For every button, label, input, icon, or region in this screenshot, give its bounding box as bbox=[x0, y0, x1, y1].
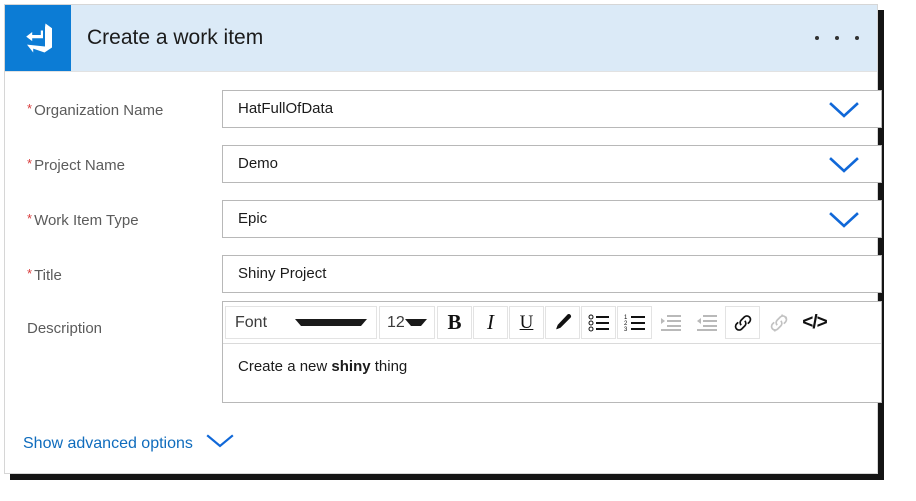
label-project-name: * Project Name bbox=[27, 156, 125, 174]
row-organization-name: * Organization Name HatFullOfData bbox=[5, 90, 882, 128]
required-marker: * bbox=[27, 101, 33, 116]
outdent-button[interactable] bbox=[689, 306, 724, 339]
link-button[interactable] bbox=[725, 306, 760, 339]
required-marker: * bbox=[27, 211, 33, 226]
required-marker: * bbox=[27, 266, 33, 281]
show-advanced-options-label: Show advanced options bbox=[23, 435, 193, 452]
title-input[interactable]: Shiny Project bbox=[222, 255, 882, 293]
unlink-icon bbox=[770, 313, 787, 332]
font-size-select[interactable]: 12 bbox=[379, 306, 435, 339]
code-icon: </> bbox=[802, 311, 828, 333]
title-value: Shiny Project bbox=[238, 265, 327, 282]
description-text-before: Create a new bbox=[238, 358, 332, 375]
work-item-type-value: Epic bbox=[238, 210, 268, 227]
svg-text:3: 3 bbox=[624, 327, 628, 332]
font-family-select[interactable]: Font bbox=[225, 306, 377, 339]
highlight-button[interactable] bbox=[545, 306, 580, 339]
row-title: * Title Shiny Project bbox=[5, 255, 882, 293]
organization-name-value: HatFullOfData bbox=[238, 100, 334, 117]
label-description: Description bbox=[27, 320, 103, 337]
chevron-down-icon bbox=[829, 102, 859, 124]
azure-devops-logo bbox=[5, 5, 71, 71]
underline-button[interactable]: U bbox=[509, 306, 544, 339]
description-editor: Font 12 B I U 1 2 3 </> Create a new shi… bbox=[222, 301, 882, 403]
italic-icon: I bbox=[487, 310, 494, 334]
indent-icon bbox=[660, 314, 681, 331]
create-work-item-card: Create a work item * Organization Name Ha… bbox=[4, 4, 882, 474]
font-size-value: 12 bbox=[387, 313, 405, 331]
numbered-list-button[interactable]: 1 2 3 bbox=[617, 306, 652, 339]
project-name-value: Demo bbox=[238, 155, 279, 172]
label-work-item-type: * Work Item Type bbox=[27, 211, 139, 229]
chevron-down-icon bbox=[829, 157, 859, 179]
description-text-after: thing bbox=[370, 358, 408, 375]
page-title: Create a work item bbox=[87, 26, 264, 49]
pen-icon bbox=[556, 314, 572, 330]
row-project-name: * Project Name Demo bbox=[5, 145, 882, 183]
card-header: Create a work item bbox=[5, 5, 877, 72]
underline-icon: U bbox=[519, 311, 534, 333]
required-marker: * bbox=[27, 156, 33, 171]
show-advanced-options-link[interactable]: Show advanced options bbox=[23, 434, 234, 454]
numbered-list-icon: 1 2 3 bbox=[624, 315, 645, 332]
organization-name-dropdown[interactable]: HatFullOfData bbox=[222, 90, 882, 128]
bold-icon: B bbox=[447, 310, 462, 334]
chevron-down-icon bbox=[206, 434, 234, 454]
row-work-item-type: * Work Item Type Epic bbox=[5, 200, 882, 238]
work-item-type-dropdown[interactable]: Epic bbox=[222, 200, 882, 238]
description-textarea[interactable]: Create a new shiny thing bbox=[223, 344, 881, 403]
font-family-value: Font bbox=[235, 313, 268, 331]
label-organization-name: * Organization Name bbox=[27, 101, 164, 119]
caret-down-icon bbox=[295, 319, 367, 326]
description-text-bold: shiny bbox=[331, 358, 371, 375]
ellipsis-icon[interactable] bbox=[815, 28, 859, 48]
link-icon bbox=[734, 314, 751, 331]
editor-toolbar: Font 12 B I U 1 2 3 </> bbox=[223, 302, 881, 344]
bulleted-list-button[interactable] bbox=[581, 306, 616, 339]
code-button[interactable]: </> bbox=[797, 306, 832, 339]
label-title: * Title bbox=[27, 266, 62, 284]
bulleted-list-icon bbox=[588, 314, 609, 331]
caret-down-icon bbox=[404, 319, 427, 326]
bold-button[interactable]: B bbox=[437, 306, 472, 339]
chevron-down-icon bbox=[829, 212, 859, 234]
indent-button[interactable] bbox=[653, 306, 688, 339]
outdent-icon bbox=[696, 314, 717, 331]
unlink-button[interactable] bbox=[761, 306, 796, 339]
project-name-dropdown[interactable]: Demo bbox=[222, 145, 882, 183]
italic-button[interactable]: I bbox=[473, 306, 508, 339]
